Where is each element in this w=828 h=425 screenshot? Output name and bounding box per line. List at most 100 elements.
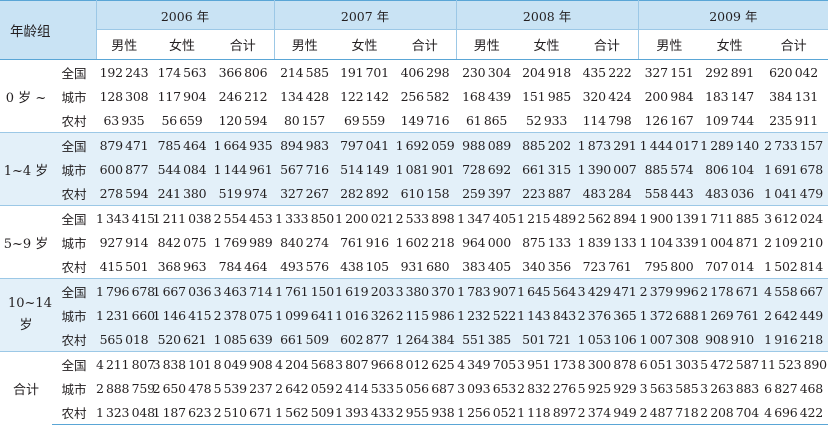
value-cell: 1 004 871 (700, 230, 759, 254)
value-cell: 327 267 (274, 181, 336, 206)
table-row: 城市 128 308 117 904 246 212 134 428 122 142 256… (0, 84, 828, 108)
value-cell: 114 798 (576, 108, 639, 133)
value-cell: 797 041 (335, 132, 395, 157)
value-cell: 2 208 704 (700, 400, 759, 425)
sub-header-female: 女性 (335, 29, 395, 60)
value-cell: 4 204 568 (274, 351, 336, 376)
value-cell: 56 659 (152, 108, 212, 133)
value-cell: 340 356 (517, 254, 577, 279)
value-cell: 2 178 671 (700, 278, 759, 303)
value-cell: 1 099 641 (274, 303, 336, 327)
value-cell: 2 562 894 (576, 205, 639, 230)
region-label: 城市 (52, 157, 96, 181)
sub-header-female: 女性 (152, 29, 212, 60)
value-cell: 567 716 (274, 157, 336, 181)
age-group-label: 0 岁 ~ (0, 59, 52, 133)
table-row: 农村 63 935 56 659 120 594 80 157 69 559 149 716… (0, 108, 828, 133)
value-cell: 1 667 036 (152, 278, 212, 303)
value-cell: 1 645 564 (517, 278, 576, 303)
table-row: 城市 927 914 842 075 1 769 989 840 274 761 916 1… (0, 230, 828, 254)
value-cell: 2 510 671 (212, 400, 275, 425)
value-cell: 1 900 139 (638, 205, 701, 230)
value-cell: 3 563 585 (638, 376, 701, 400)
value-cell: 191 701 (335, 59, 395, 84)
year-header-2007: 2007 年 (274, 0, 457, 30)
sub-header-total: 合计 (394, 29, 457, 60)
year-header-2006: 2006 年 (96, 0, 275, 30)
value-cell: 2 888 759 (96, 376, 155, 400)
value-cell: 2 955 938 (394, 400, 457, 425)
value-cell: 544 084 (152, 157, 212, 181)
value-cell: 120 594 (212, 108, 275, 133)
value-cell: 1 256 052 (456, 400, 518, 425)
value-cell: 2 533 898 (394, 205, 457, 230)
value-cell: 3 380 370 (394, 278, 457, 303)
age-group-label: 1~4 岁 (0, 132, 52, 206)
value-cell: 134 428 (274, 84, 336, 108)
value-cell: 520 621 (152, 327, 212, 352)
value-cell: 1 691 678 (759, 157, 828, 181)
value-cell: 241 380 (152, 181, 212, 206)
value-cell: 1 664 935 (212, 132, 275, 157)
value-cell: 438 105 (335, 254, 395, 279)
value-cell: 1 118 897 (517, 400, 576, 425)
value-cell: 1 502 814 (759, 254, 828, 279)
population-table: 年龄组 2006 年 2007 年 2008 年 2009 年 男性 女性 合计 男性… (0, 0, 828, 425)
value-cell: 292 891 (700, 59, 760, 84)
value-cell: 2 733 157 (759, 132, 828, 157)
region-label: 农村 (52, 108, 96, 133)
value-cell: 908 910 (700, 327, 760, 352)
value-cell: 204 918 (517, 59, 577, 84)
value-cell: 1 146 415 (152, 303, 212, 327)
value-cell: 931 680 (394, 254, 457, 279)
table-row: 5~9 岁全国 1 343 415 1 211 038 2 554 453 1 333 … (0, 205, 828, 279)
value-cell: 493 576 (274, 254, 336, 279)
value-cell: 3 429 471 (576, 278, 639, 303)
value-cell: 1 343 415 (96, 205, 155, 230)
value-cell: 1 602 218 (394, 230, 457, 254)
value-cell: 1 619 203 (335, 278, 394, 303)
value-cell: 1 333 850 (274, 205, 336, 230)
value-cell: 282 892 (335, 181, 395, 206)
value-cell: 3 093 653 (456, 376, 518, 400)
sub-header-total: 合计 (212, 29, 275, 60)
value-cell: 80 157 (274, 108, 336, 133)
value-cell: 384 131 (759, 84, 828, 108)
value-cell: 2 379 996 (638, 278, 701, 303)
year-header-2008: 2008 年 (456, 0, 639, 30)
value-cell: 1 200 021 (335, 205, 394, 230)
value-cell: 661 315 (517, 157, 577, 181)
value-cell: 11 523 890 (759, 351, 828, 376)
table-row: 0 岁 ~ 全国 192 243 174 563 366 806 214 585 191 7… (0, 59, 828, 133)
value-cell: 3 612 024 (759, 205, 828, 230)
sub-header-total: 合计 (576, 29, 639, 60)
value-cell: 2 642 449 (759, 303, 828, 327)
value-cell: 1 289 140 (700, 132, 759, 157)
value-cell: 483 284 (576, 181, 639, 206)
value-cell: 61 865 (456, 108, 518, 133)
region-label: 全国 (52, 351, 96, 376)
value-cell: 406 298 (394, 59, 457, 84)
sub-header-male: 男性 (96, 29, 152, 60)
value-cell: 1 104 339 (638, 230, 701, 254)
value-cell: 246 212 (212, 84, 275, 108)
value-cell: 52 933 (517, 108, 577, 133)
table-row: 合计 全国 4 211 807 3 838 101 8 049 908 4 204 568… (0, 351, 828, 425)
value-cell: 519 974 (212, 181, 275, 206)
value-cell: 5 472 587 (700, 351, 759, 376)
value-cell: 2 832 276 (517, 376, 576, 400)
value-cell: 723 761 (576, 254, 639, 279)
value-cell: 8 012 625 (394, 351, 457, 376)
value-cell: 2 650 478 (152, 376, 212, 400)
value-cell: 8 049 908 (212, 351, 275, 376)
value-cell: 149 716 (394, 108, 457, 133)
age-group-label: 10~14 岁 (0, 278, 52, 352)
value-cell: 1 393 433 (335, 400, 394, 425)
value-cell: 558 443 (638, 181, 701, 206)
region-label: 农村 (52, 400, 96, 425)
value-cell: 1 231 660 (96, 303, 155, 327)
value-cell: 223 887 (517, 181, 577, 206)
region-label: 城市 (52, 376, 96, 400)
value-cell: 840 274 (274, 230, 336, 254)
value-cell: 784 464 (212, 254, 275, 279)
